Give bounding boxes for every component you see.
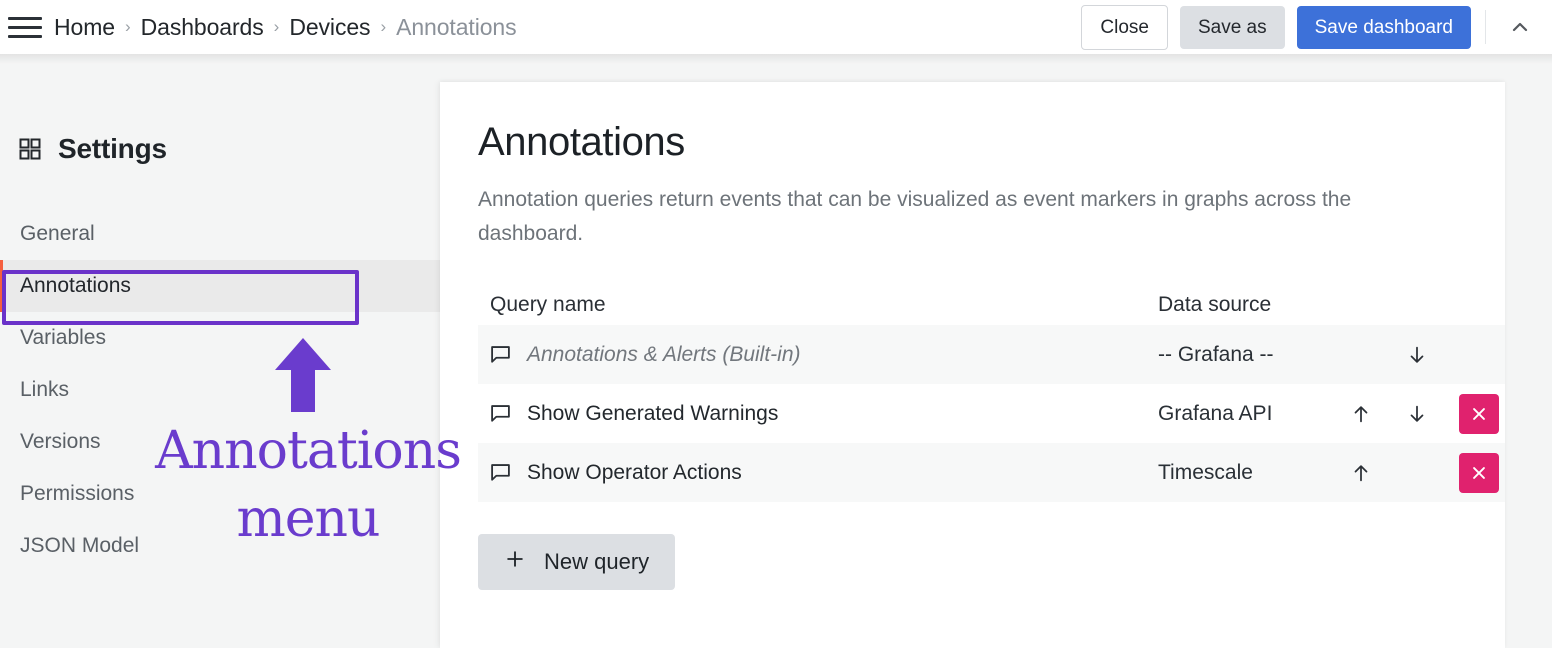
plus-icon xyxy=(504,548,526,576)
annotations-panel-content: Annotations Annotation queries return ev… xyxy=(440,82,1505,591)
top-navigation-bar: Home › Dashboards › Devices › Annotation… xyxy=(0,0,1552,54)
query-name-text: Annotations & Alerts (Built-in) xyxy=(527,342,801,366)
sidebar-item-label: General xyxy=(20,222,95,245)
settings-header: Settings xyxy=(0,122,440,176)
table-row[interactable]: Show Generated Warnings Grafana API xyxy=(478,384,1505,443)
sidebar-item-label: JSON Model xyxy=(20,534,140,557)
comment-icon xyxy=(490,344,511,365)
new-query-button[interactable]: New query xyxy=(478,534,676,591)
annotations-title: Annotations xyxy=(478,120,685,164)
breadcrumb-separator-icon: › xyxy=(380,17,387,36)
move-up-placeholder xyxy=(1333,325,1389,384)
comment-icon xyxy=(490,462,511,483)
cell-query-name: Annotations & Alerts (Built-in) xyxy=(478,343,1158,367)
close-button[interactable]: Close xyxy=(1081,4,1168,50)
breadcrumb-item-annotations: Annotations xyxy=(396,13,517,40)
breadcrumb-item-dashboards[interactable]: Dashboards xyxy=(141,14,264,41)
cell-row-actions xyxy=(1333,443,1505,502)
sidebar-item-label: Versions xyxy=(20,430,101,453)
comment-icon xyxy=(490,403,511,424)
cell-data-source: -- Grafana -- xyxy=(1158,342,1274,366)
query-name-text: Show Operator Actions xyxy=(527,460,742,484)
sidebar-item-versions[interactable]: Versions xyxy=(0,416,440,468)
move-up-button[interactable] xyxy=(1333,384,1389,443)
hamburger-menu-icon[interactable] xyxy=(8,14,42,40)
breadcrumb-separator-icon: › xyxy=(273,17,280,36)
move-down-button[interactable] xyxy=(1389,384,1445,443)
apps-grid-icon xyxy=(18,137,42,161)
new-query-label: New query xyxy=(544,549,650,575)
table-row[interactable]: Annotations & Alerts (Built-in) -- Grafa… xyxy=(478,325,1505,385)
sidebar-item-label: Variables xyxy=(20,326,106,349)
move-down-placeholder xyxy=(1389,443,1445,502)
cell-query-name: Show Operator Actions xyxy=(478,461,1158,485)
cell-row-actions xyxy=(1333,384,1505,443)
move-up-button[interactable] xyxy=(1333,443,1389,502)
chevron-up-icon[interactable] xyxy=(1500,7,1540,47)
delete-query-button[interactable] xyxy=(1459,452,1499,493)
settings-sidebar: Settings General Annotations Variables L… xyxy=(0,82,440,648)
settings-menu: General Annotations Variables Links Vers… xyxy=(0,208,440,572)
page-title: Settings xyxy=(58,133,167,164)
topbar-actions: Close Save as Save dashboard xyxy=(1081,4,1552,50)
move-down-button[interactable] xyxy=(1389,325,1445,384)
delete-slot xyxy=(1449,452,1505,493)
delete-slot xyxy=(1449,393,1505,434)
sidebar-item-general[interactable]: General xyxy=(0,208,440,260)
breadcrumb-separator-icon: › xyxy=(124,17,131,36)
save-as-button[interactable]: Save as xyxy=(1179,5,1285,49)
annotations-description: Annotation queries return events that ca… xyxy=(478,188,1352,246)
breadcrumb: Home › Dashboards › Devices › Annotation… xyxy=(54,14,517,41)
hamburger-bar xyxy=(8,16,42,20)
sidebar-item-label: Permissions xyxy=(20,482,135,505)
sidebar-item-variables[interactable]: Variables xyxy=(0,312,440,364)
annotation-queries-table: Query name Data source Annotations & Ale… xyxy=(478,285,1505,503)
cell-data-source: Timescale xyxy=(1158,460,1253,484)
save-dashboard-button[interactable]: Save dashboard xyxy=(1296,5,1471,49)
cell-data-source: Grafana API xyxy=(1158,401,1273,425)
cell-row-actions xyxy=(1333,325,1505,384)
hamburger-bar xyxy=(8,25,42,29)
column-header-data-source: Data source xyxy=(1158,293,1272,317)
query-name-text: Show Generated Warnings xyxy=(527,401,779,425)
table-header-row: Query name Data source xyxy=(478,285,1505,325)
sidebar-item-label: Links xyxy=(20,378,70,401)
sidebar-item-links[interactable]: Links xyxy=(0,364,440,416)
breadcrumb-item-devices[interactable]: Devices xyxy=(289,14,370,41)
cell-query-name: Show Generated Warnings xyxy=(478,402,1158,426)
table-row[interactable]: Show Operator Actions Timescale xyxy=(478,443,1505,503)
sidebar-item-label: Annotations xyxy=(20,274,131,297)
sidebar-item-permissions[interactable]: Permissions xyxy=(0,468,440,520)
delete-query-button[interactable] xyxy=(1459,393,1499,434)
sidebar-item-annotations[interactable]: Annotations xyxy=(0,260,440,312)
annotations-panel: Annotations Annotation queries return ev… xyxy=(440,82,1505,648)
hamburger-bar xyxy=(8,34,42,38)
column-header-query-name: Query name xyxy=(490,293,606,317)
dashboard-settings-screen: Home › Dashboards › Devices › Annotation… xyxy=(0,0,1552,648)
sidebar-item-json-model[interactable]: JSON Model xyxy=(0,520,440,572)
breadcrumb-item-home[interactable]: Home xyxy=(54,14,115,41)
toolbar-divider xyxy=(1485,10,1486,44)
